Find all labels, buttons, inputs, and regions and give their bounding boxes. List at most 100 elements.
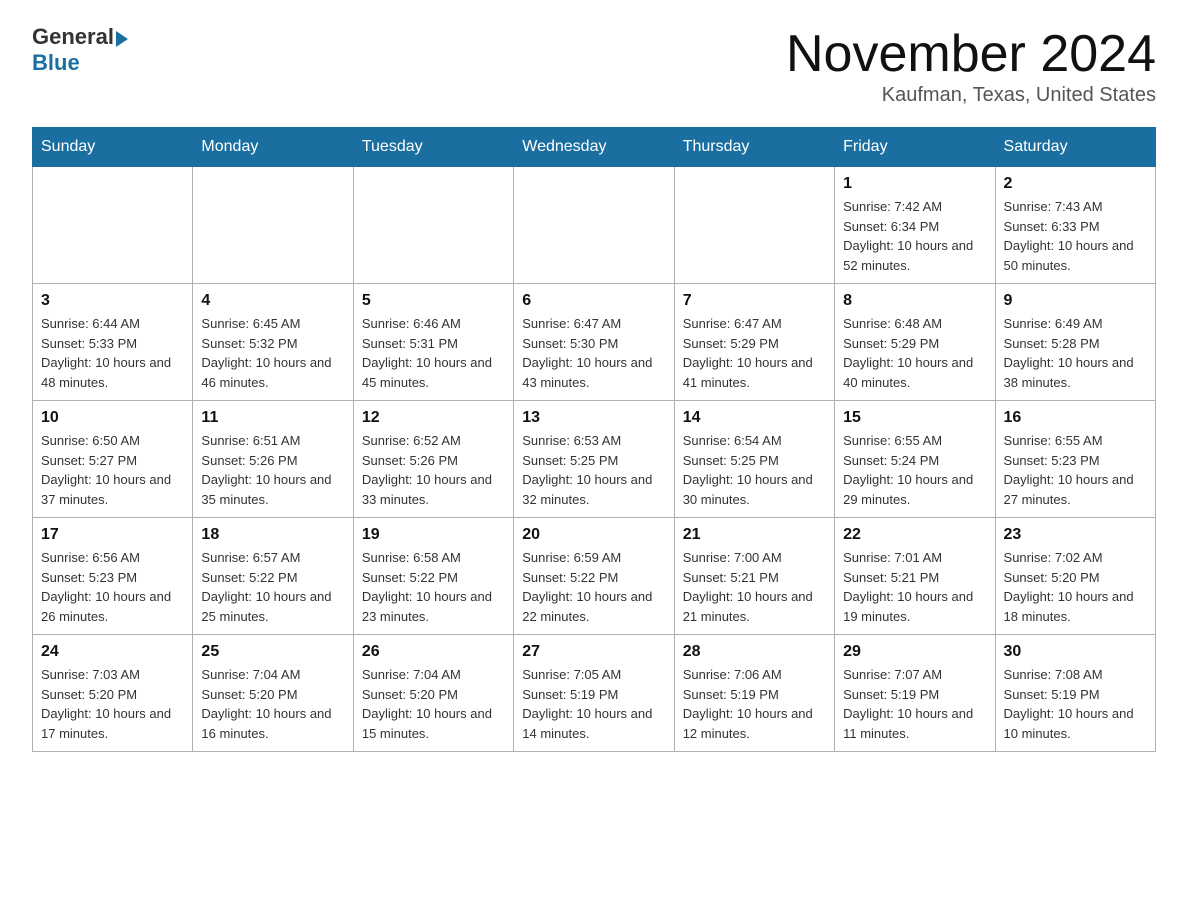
day-info: Sunrise: 7:01 AM Sunset: 5:21 PM Dayligh…	[843, 548, 986, 626]
calendar-cell: 28 Sunrise: 7:06 AM Sunset: 5:19 PM Dayli…	[674, 635, 834, 752]
calendar-body: 1 Sunrise: 7:42 AM Sunset: 6:34 PM Daylig…	[33, 167, 1156, 752]
calendar-cell: 14 Sunrise: 6:54 AM Sunset: 5:25 PM Dayli…	[674, 401, 834, 518]
calendar-cell: 20 Sunrise: 6:59 AM Sunset: 5:22 PM Dayli…	[514, 518, 674, 635]
day-info: Sunrise: 7:04 AM Sunset: 5:20 PM Dayligh…	[201, 665, 344, 743]
day-info: Sunrise: 6:44 AM Sunset: 5:33 PM Dayligh…	[41, 314, 184, 392]
day-info: Sunrise: 7:07 AM Sunset: 5:19 PM Dayligh…	[843, 665, 986, 743]
day-info: Sunrise: 7:42 AM Sunset: 6:34 PM Dayligh…	[843, 197, 986, 275]
week-row-4: 17Sunrise: 6:56 AM Sunset: 5:23 PM Dayli…	[33, 518, 1156, 635]
day-number: 4	[201, 292, 344, 310]
calendar-cell	[514, 167, 674, 284]
day-number: 7	[683, 292, 826, 310]
day-number: 27	[522, 643, 665, 661]
day-number: 29	[843, 643, 986, 661]
logo-blue-text: Blue	[32, 50, 80, 76]
day-info: Sunrise: 6:55 AM Sunset: 5:23 PM Dayligh…	[1004, 431, 1147, 509]
calendar-table: SundayMondayTuesdayWednesdayThursdayFrid…	[32, 127, 1156, 752]
calendar-cell: 17Sunrise: 6:56 AM Sunset: 5:23 PM Dayli…	[33, 518, 193, 635]
day-info: Sunrise: 6:48 AM Sunset: 5:29 PM Dayligh…	[843, 314, 986, 392]
calendar-cell: 5Sunrise: 6:46 AM Sunset: 5:31 PM Daylig…	[353, 284, 513, 401]
day-info: Sunrise: 7:03 AM Sunset: 5:20 PM Dayligh…	[41, 665, 184, 743]
calendar-cell: 2 Sunrise: 7:43 AM Sunset: 6:33 PM Daylig…	[995, 167, 1155, 284]
day-number: 24	[41, 643, 184, 661]
calendar-cell	[33, 167, 193, 284]
calendar-cell: 6 Sunrise: 6:47 AM Sunset: 5:30 PM Daylig…	[514, 284, 674, 401]
day-header-saturday: Saturday	[995, 128, 1155, 167]
day-number: 23	[1004, 526, 1147, 544]
day-number: 14	[683, 409, 826, 427]
day-info: Sunrise: 6:47 AM Sunset: 5:30 PM Dayligh…	[522, 314, 665, 392]
day-info: Sunrise: 6:47 AM Sunset: 5:29 PM Dayligh…	[683, 314, 826, 392]
calendar-cell: 12 Sunrise: 6:52 AM Sunset: 5:26 PM Dayli…	[353, 401, 513, 518]
calendar-cell: 10 Sunrise: 6:50 AM Sunset: 5:27 PM Dayli…	[33, 401, 193, 518]
day-info: Sunrise: 7:08 AM Sunset: 5:19 PM Dayligh…	[1004, 665, 1147, 743]
day-number: 13	[522, 409, 665, 427]
calendar-cell	[353, 167, 513, 284]
location-subtitle: Kaufman, Texas, United States	[786, 84, 1156, 107]
day-info: Sunrise: 7:43 AM Sunset: 6:33 PM Dayligh…	[1004, 197, 1147, 275]
day-number: 22	[843, 526, 986, 544]
calendar-cell: 18 Sunrise: 6:57 AM Sunset: 5:22 PM Dayli…	[193, 518, 353, 635]
day-info: Sunrise: 7:06 AM Sunset: 5:19 PM Dayligh…	[683, 665, 826, 743]
logo-general-text: General	[32, 24, 114, 50]
calendar-cell: 13 Sunrise: 6:53 AM Sunset: 5:25 PM Dayli…	[514, 401, 674, 518]
day-info: Sunrise: 6:50 AM Sunset: 5:27 PM Dayligh…	[41, 431, 184, 509]
day-header-tuesday: Tuesday	[353, 128, 513, 167]
calendar-cell: 9 Sunrise: 6:49 AM Sunset: 5:28 PM Daylig…	[995, 284, 1155, 401]
day-number: 18	[201, 526, 344, 544]
calendar-cell: 22 Sunrise: 7:01 AM Sunset: 5:21 PM Dayli…	[835, 518, 995, 635]
week-row-3: 10 Sunrise: 6:50 AM Sunset: 5:27 PM Dayli…	[33, 401, 1156, 518]
day-number: 28	[683, 643, 826, 661]
day-number: 6	[522, 292, 665, 310]
calendar-cell: 3Sunrise: 6:44 AM Sunset: 5:33 PM Daylig…	[33, 284, 193, 401]
calendar-cell: 25 Sunrise: 7:04 AM Sunset: 5:20 PM Dayli…	[193, 635, 353, 752]
title-area: November 2024 Kaufman, Texas, United Sta…	[786, 24, 1156, 107]
calendar-cell: 7 Sunrise: 6:47 AM Sunset: 5:29 PM Daylig…	[674, 284, 834, 401]
day-number: 16	[1004, 409, 1147, 427]
calendar-cell: 30Sunrise: 7:08 AM Sunset: 5:19 PM Dayli…	[995, 635, 1155, 752]
week-row-2: 3Sunrise: 6:44 AM Sunset: 5:33 PM Daylig…	[33, 284, 1156, 401]
day-number: 26	[362, 643, 505, 661]
day-number: 15	[843, 409, 986, 427]
day-header-monday: Monday	[193, 128, 353, 167]
day-number: 8	[843, 292, 986, 310]
day-info: Sunrise: 6:59 AM Sunset: 5:22 PM Dayligh…	[522, 548, 665, 626]
day-header-thursday: Thursday	[674, 128, 834, 167]
calendar-cell: 29 Sunrise: 7:07 AM Sunset: 5:19 PM Dayli…	[835, 635, 995, 752]
logo: General Blue	[32, 24, 128, 76]
day-info: Sunrise: 6:52 AM Sunset: 5:26 PM Dayligh…	[362, 431, 505, 509]
day-number: 9	[1004, 292, 1147, 310]
calendar-cell: 19Sunrise: 6:58 AM Sunset: 5:22 PM Dayli…	[353, 518, 513, 635]
day-info: Sunrise: 7:02 AM Sunset: 5:20 PM Dayligh…	[1004, 548, 1147, 626]
day-number: 20	[522, 526, 665, 544]
day-number: 21	[683, 526, 826, 544]
day-info: Sunrise: 6:51 AM Sunset: 5:26 PM Dayligh…	[201, 431, 344, 509]
day-info: Sunrise: 7:05 AM Sunset: 5:19 PM Dayligh…	[522, 665, 665, 743]
logo-arrow-icon	[116, 31, 128, 47]
calendar-cell: 4 Sunrise: 6:45 AM Sunset: 5:32 PM Daylig…	[193, 284, 353, 401]
day-info: Sunrise: 6:53 AM Sunset: 5:25 PM Dayligh…	[522, 431, 665, 509]
day-number: 12	[362, 409, 505, 427]
calendar-cell: 21 Sunrise: 7:00 AM Sunset: 5:21 PM Dayli…	[674, 518, 834, 635]
calendar-cell	[193, 167, 353, 284]
calendar-cell: 26Sunrise: 7:04 AM Sunset: 5:20 PM Dayli…	[353, 635, 513, 752]
day-info: Sunrise: 6:45 AM Sunset: 5:32 PM Dayligh…	[201, 314, 344, 392]
day-number: 2	[1004, 175, 1147, 193]
day-info: Sunrise: 6:55 AM Sunset: 5:24 PM Dayligh…	[843, 431, 986, 509]
day-info: Sunrise: 7:00 AM Sunset: 5:21 PM Dayligh…	[683, 548, 826, 626]
page-header: General Blue November 2024 Kaufman, Texa…	[32, 24, 1156, 107]
day-number: 1	[843, 175, 986, 193]
days-of-week-row: SundayMondayTuesdayWednesdayThursdayFrid…	[33, 128, 1156, 167]
calendar-cell: 24 Sunrise: 7:03 AM Sunset: 5:20 PM Dayli…	[33, 635, 193, 752]
calendar-cell: 27 Sunrise: 7:05 AM Sunset: 5:19 PM Dayli…	[514, 635, 674, 752]
week-row-1: 1 Sunrise: 7:42 AM Sunset: 6:34 PM Daylig…	[33, 167, 1156, 284]
day-number: 25	[201, 643, 344, 661]
day-number: 10	[41, 409, 184, 427]
week-row-5: 24 Sunrise: 7:03 AM Sunset: 5:20 PM Dayli…	[33, 635, 1156, 752]
day-info: Sunrise: 6:49 AM Sunset: 5:28 PM Dayligh…	[1004, 314, 1147, 392]
month-title: November 2024	[786, 24, 1156, 84]
day-info: Sunrise: 6:54 AM Sunset: 5:25 PM Dayligh…	[683, 431, 826, 509]
calendar-cell: 15 Sunrise: 6:55 AM Sunset: 5:24 PM Dayli…	[835, 401, 995, 518]
day-info: Sunrise: 6:57 AM Sunset: 5:22 PM Dayligh…	[201, 548, 344, 626]
day-info: Sunrise: 6:58 AM Sunset: 5:22 PM Dayligh…	[362, 548, 505, 626]
